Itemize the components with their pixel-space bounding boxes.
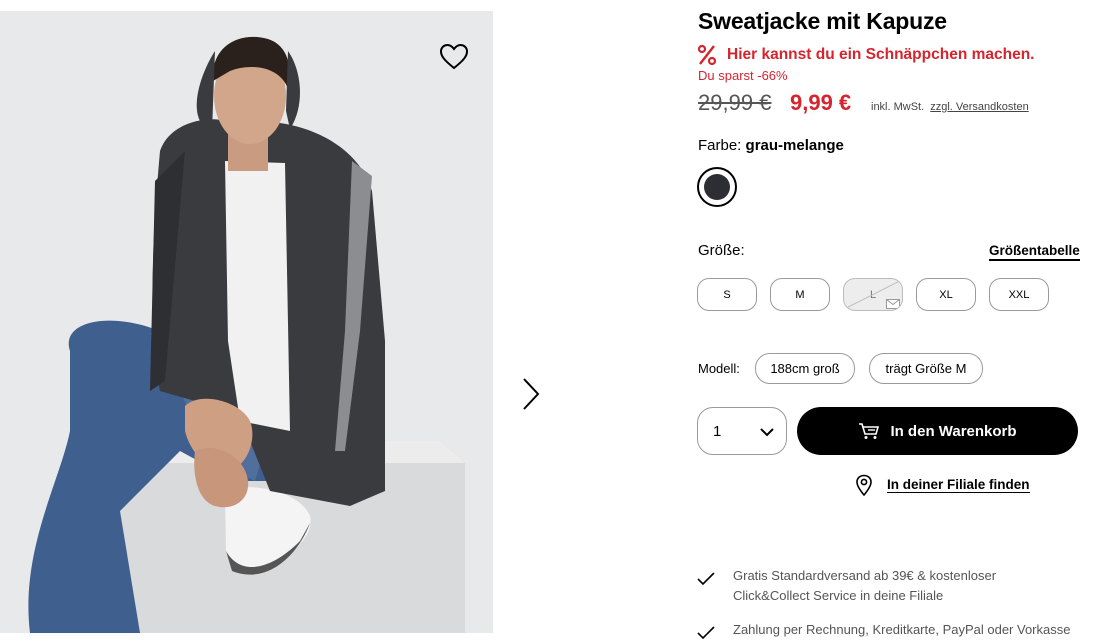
model-size-chip: trägt Größe M [869, 353, 983, 384]
find-in-store-label: In deiner Filiale finden [887, 477, 1030, 493]
model-label: Modell: [698, 361, 740, 376]
envelope-icon [886, 299, 900, 309]
saving-text: Du sparst -66% [698, 68, 788, 83]
product-title: Sweatjacke mit Kapuze [698, 8, 947, 34]
deal-banner: Hier kannst du ein Schnäppchen machen. [697, 43, 1035, 67]
color-swatch-grau-melange[interactable] [697, 167, 737, 207]
check-icon [697, 626, 715, 640]
size-option-l-unavailable[interactable]: L [843, 278, 903, 311]
size-option-m[interactable]: M [770, 278, 830, 311]
benefit-line: Zahlung per Rechnung, Kreditkarte, PayPa… [733, 622, 1071, 637]
add-to-cart-button[interactable]: In den Warenkorb [797, 407, 1078, 455]
color-value: grau-melange [745, 137, 844, 154]
size-label: Größe: [698, 242, 745, 259]
quantity-select[interactable]: 1 [697, 407, 787, 455]
benefit-item: Gratis Standardversand ab 39€ & kostenlo… [697, 566, 996, 606]
location-pin-icon [856, 474, 872, 496]
size-option-label: S [723, 288, 731, 301]
benefit-line: Gratis Standardversand ab 39€ & kostenlo… [733, 568, 997, 583]
percent-icon [697, 44, 717, 66]
quantity-value: 1 [713, 423, 722, 440]
swatch-dot [704, 174, 730, 200]
chevron-right-icon[interactable] [516, 376, 546, 412]
cart-icon [859, 423, 880, 439]
shipping-costs-link[interactable]: zzgl. Versandkosten [930, 101, 1028, 113]
model-height-chip: 188cm groß [755, 353, 855, 384]
size-option-label: XXL [1008, 288, 1030, 301]
size-selector: S M L XL XXL [697, 278, 1049, 311]
find-in-store-link[interactable]: In deiner Filiale finden [855, 474, 1030, 496]
heart-icon[interactable] [438, 41, 470, 73]
tax-info: inkl. MwSt. zzgl. Versandkosten [871, 101, 1029, 113]
benefit-line: Click&Collect Service in deine Filiale [733, 588, 944, 603]
size-option-xxl[interactable]: XXL [989, 278, 1049, 311]
color-label: Farbe: grau-melange [698, 137, 844, 154]
benefit-item: Zahlung per Rechnung, Kreditkarte, PayPa… [697, 620, 1070, 640]
color-label-text: Farbe: [698, 137, 742, 154]
tax-text: inkl. MwSt. [871, 101, 925, 113]
product-photo [0, 11, 493, 633]
check-icon [697, 572, 715, 586]
size-option-xl[interactable]: XL [916, 278, 976, 311]
product-image-gallery[interactable] [0, 11, 493, 633]
old-price: 29,99 € [698, 90, 772, 115]
size-option-label: M [795, 288, 805, 301]
benefit-text: Zahlung per Rechnung, Kreditkarte, PayPa… [733, 620, 1070, 640]
benefit-text: Gratis Standardversand ab 39€ & kostenlo… [733, 566, 996, 606]
sale-price: 9,99 € [790, 90, 852, 115]
add-to-cart-label: In den Warenkorb [890, 422, 1017, 440]
size-option-label: XL [939, 288, 953, 301]
deal-text: Hier kannst du ein Schnäppchen machen. [727, 46, 1035, 63]
size-option-s[interactable]: S [697, 278, 757, 311]
size-chart-link[interactable]: Größentabelle [989, 243, 1080, 261]
chevron-down-icon [760, 428, 774, 437]
